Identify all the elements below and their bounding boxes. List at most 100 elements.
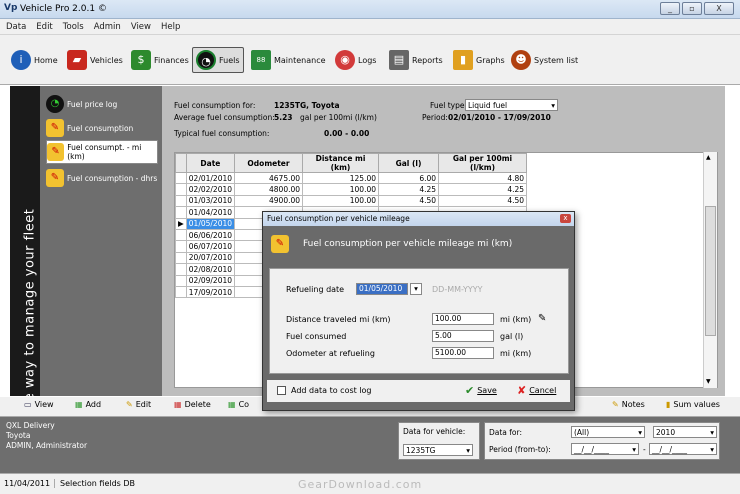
table-cell: 6.00 [378, 171, 440, 185]
average-value: 5.23 [274, 113, 293, 122]
money-icon: $ [131, 50, 151, 70]
car-icon: ▰ [67, 50, 87, 70]
chevron-down-icon: ▾ [638, 428, 642, 437]
menu-edit[interactable]: Edit [30, 19, 56, 32]
col-odometer[interactable]: Odometer [234, 153, 304, 173]
delete-icon: ▦ [174, 400, 182, 409]
calculator-icon[interactable]: ✎ [538, 313, 546, 324]
notes-button[interactable]: ✎ Notes [612, 400, 645, 409]
scroll-up-icon[interactable]: ▲ [706, 154, 711, 161]
nav-fuel-consumption-dhrs[interactable]: ✎ Fuel consumption - dhrs [46, 166, 158, 190]
row-indicator [175, 240, 187, 253]
edit-icon: ✎ [126, 400, 133, 409]
refuel-date-input[interactable]: 01/05/2010 [356, 283, 408, 295]
menu-help[interactable]: Help [155, 19, 184, 32]
view-icon: ▭ [24, 400, 32, 409]
table-cell: 02/02/2010 [185, 183, 236, 196]
nav-fuel-consumption-mi[interactable]: ✎ Fuel consumpt. - mi (km) [46, 140, 158, 164]
typical-label: Typical fuel consumption: [174, 129, 270, 138]
cost-log-checkbox[interactable] [277, 386, 286, 395]
table-row[interactable]: 02/01/2010 4675.00 125.00 6.00 4.80 [175, 171, 528, 185]
row-indicator [175, 183, 187, 196]
table-cell: 06/06/2010 [185, 228, 236, 242]
odometer-input[interactable]: 5100.00 [432, 347, 494, 359]
distance-input[interactable]: 100.00 [432, 313, 494, 325]
menu-data[interactable]: Data [0, 19, 30, 32]
fuel-consumed-input[interactable]: 5.00 [432, 330, 494, 342]
view-button[interactable]: ▭ View [24, 400, 54, 409]
data-for-select[interactable]: (All) ▾ [571, 426, 645, 438]
vehicle-name: 1235TG, Toyota [274, 101, 340, 110]
vehicle-filter-label: Data for vehicle: [403, 427, 466, 436]
calendar-dropdown-icon[interactable]: ▾ [632, 445, 636, 454]
col-date[interactable]: Date [185, 153, 236, 173]
cancel-button[interactable]: ✘ Cancel [517, 384, 556, 397]
nav-fuel-price-log[interactable]: ◔ Fuel price log [46, 92, 158, 116]
fuel-consumed-label: Fuel consumed [286, 332, 347, 341]
toolbar-maintenance[interactable]: 88 Maintenance [248, 47, 329, 73]
edit-button[interactable]: ✎ Edit [126, 400, 151, 409]
row-indicator [175, 263, 187, 276]
dialog-close-button[interactable]: x [560, 214, 571, 223]
toolbar-vehicles[interactable]: ▰ Vehicles [64, 47, 126, 73]
dialog-header: ✎ Fuel consumption per vehicle mileage m… [267, 229, 570, 259]
scroll-thumb[interactable] [705, 206, 716, 336]
odometer-label: Odometer at refueling [286, 349, 375, 358]
disk-icon: ◉ [335, 50, 355, 70]
company-name: QXL Delivery [6, 421, 55, 430]
window-title: Vehicle Pro 2.0.1 © [20, 4, 107, 14]
grid-scrollbar[interactable]: ▲ ▼ [703, 152, 717, 388]
main-toolbar: i Home ▰ Vehicles $ Finances ◔ Fuels 88 Maint… [0, 35, 740, 85]
data-for-label: Data for: [489, 428, 522, 437]
notes-icon: ✎ [612, 400, 619, 409]
title-bar: Vp Vehicle Pro 2.0.1 © _ ▫ X [0, 0, 740, 19]
copy-button[interactable]: ▦ Co [228, 400, 249, 409]
year-select[interactable]: 2010 ▾ [653, 426, 717, 438]
toolbar-fuels[interactable]: ◔ Fuels [192, 47, 244, 73]
table-cell: 02/01/2010 [185, 171, 236, 185]
period-filter: Data for: (All) ▾ 2010 ▾ Period (from-to):… [484, 422, 720, 460]
delete-button[interactable]: ▦ Delete [174, 400, 211, 409]
add-button[interactable]: ▦ Add [75, 400, 101, 409]
fuel-type-select[interactable]: Liquid fuel ▾ [465, 99, 558, 111]
row-indicator [175, 228, 187, 242]
table-cell: 100.00 [302, 194, 380, 208]
toolbar-reports[interactable]: ▤ Reports [386, 47, 446, 73]
toolbar-graphs[interactable]: ▮ Graphs [450, 47, 508, 73]
table-cell: 02/08/2010 [185, 263, 236, 276]
toolbar-finances[interactable]: $ Finances [128, 47, 192, 73]
col-distance[interactable]: Distance mi (km) [302, 153, 380, 173]
sum-values-button[interactable]: ▮ Sum values [666, 400, 720, 409]
toolbar-system-list[interactable]: ☻ System list [508, 47, 581, 73]
table-row[interactable]: 02/02/2010 4800.00 100.00 4.25 4.25 [175, 183, 528, 196]
status-date: 11/04/2011 [4, 479, 56, 488]
maximize-button[interactable]: ▫ [682, 2, 702, 15]
status-message: Selection fields DB [60, 479, 136, 488]
col-gal[interactable]: Gal (l) [378, 153, 440, 173]
date-from-input[interactable]: __/__/____ ▾ [571, 443, 639, 455]
fuel-type-label: Fuel type: [430, 101, 468, 110]
toolbar-home[interactable]: i Home [8, 47, 61, 73]
menu-view[interactable]: View [125, 19, 155, 32]
fuel-nav-panel: ◔ Fuel price log ✎ Fuel consumption ✎ Fuel … [40, 86, 162, 396]
save-button[interactable]: ✔ Save [465, 384, 497, 397]
close-button[interactable]: X [704, 2, 734, 15]
scroll-down-icon[interactable]: ▼ [706, 378, 711, 385]
person-icon: ☻ [511, 50, 531, 70]
row-indicator [175, 206, 187, 219]
minimize-button[interactable]: _ [660, 2, 680, 15]
col-gal-per-100[interactable]: Gal per 100mi (l/km) [438, 153, 528, 173]
menu-tools[interactable]: Tools [57, 19, 88, 32]
calendar-dropdown-icon[interactable]: ▾ [410, 283, 422, 295]
chevron-down-icon: ▾ [466, 446, 470, 455]
menu-admin[interactable]: Admin [88, 19, 125, 32]
table-cell: 01/04/2010 [185, 206, 236, 219]
toolbar-logs[interactable]: ◉ Logs [332, 47, 379, 73]
table-row[interactable]: 01/03/2010 4900.00 100.00 4.50 4.50 [175, 194, 528, 208]
sum-icon: ▮ [666, 400, 671, 409]
vehicle-select[interactable]: 1235TG ▾ [403, 444, 473, 456]
date-format-hint: DD-MM-YYYY [432, 285, 483, 294]
nav-fuel-consumption[interactable]: ✎ Fuel consumption [46, 116, 158, 140]
calendar-dropdown-icon[interactable]: ▾ [710, 445, 714, 454]
date-to-input[interactable]: __/__/____ ▾ [649, 443, 717, 455]
